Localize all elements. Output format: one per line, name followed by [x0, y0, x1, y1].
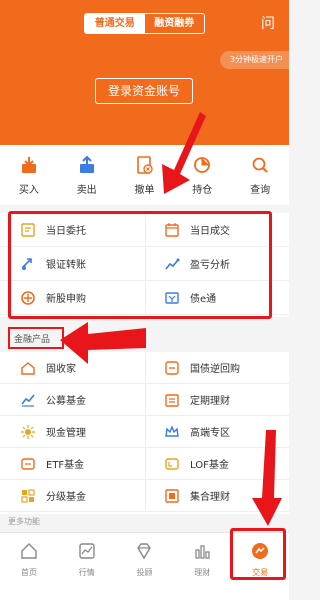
cash-management-button[interactable]: 现金管理 [0, 416, 145, 447]
tab-advisor-label: 投顾 [136, 568, 153, 577]
fixed-term-label: 定期理财 [190, 396, 230, 407]
collective-icon [165, 488, 179, 503]
annotation-arrow-down-right [252, 430, 282, 526]
premium-zone-label: 高端专区 [190, 428, 230, 439]
public-fund-button[interactable]: 公募基金 [0, 384, 145, 415]
collective-finance-label: 集合理财 [190, 492, 230, 503]
public-fund-label: 公募基金 [46, 396, 86, 407]
etf-icon [21, 457, 35, 470]
annotation-arrow-down [162, 112, 206, 194]
tab-finance-label: 理财 [194, 568, 211, 577]
market-icon [78, 543, 95, 559]
tab-home-label: 首页 [20, 568, 37, 577]
lof-icon [165, 457, 179, 470]
login-account-button[interactable]: 登录资金账号 [95, 78, 193, 104]
search-icon [252, 157, 268, 173]
query-button[interactable]: 查询 [231, 145, 289, 205]
annotation-arrow-left [60, 322, 146, 364]
etf-fund-button[interactable]: ETF基金 [0, 448, 145, 479]
buy-button[interactable]: 买入 [0, 145, 58, 205]
tab-market-label: 行情 [78, 568, 95, 577]
quick-action-bar: 买入 卖出 撤单 持仓 查询 [0, 145, 289, 205]
sell-icon [79, 155, 94, 173]
etf-fund-label: ETF基金 [46, 460, 85, 471]
tab-market[interactable]: 行情 [58, 533, 116, 600]
cash-icon [21, 424, 35, 439]
repo-button[interactable]: 国债逆回购 [145, 352, 289, 383]
sell-button[interactable]: 卖出 [58, 145, 116, 205]
more-functions-title: 更多功能 [8, 517, 40, 526]
tab-normal-trade[interactable]: 普通交易 [85, 14, 145, 33]
advisor-icon [137, 543, 152, 560]
fixed-income-icon [21, 361, 35, 375]
fixed-term-button[interactable]: 定期理财 [145, 384, 289, 415]
query-label: 查询 [250, 185, 271, 196]
sell-label: 卖出 [76, 185, 97, 196]
repo-label: 国债逆回购 [190, 364, 240, 375]
annotation-highlight-box-section [8, 327, 64, 349]
repo-icon [165, 360, 179, 375]
tab-finance[interactable]: 理财 [173, 533, 231, 600]
annotation-highlight-box-tab [230, 528, 286, 580]
buy-label: 买入 [18, 185, 39, 196]
trade-mode-switch: 普通交易 融资融券 [84, 13, 205, 34]
tab-home[interactable]: 首页 [0, 533, 58, 600]
grid-row: 公募基金 定期理财 [0, 384, 289, 416]
home-icon [21, 543, 37, 559]
graded-fund-label: 分级基金 [46, 492, 86, 503]
fund-icon [21, 393, 35, 407]
premium-icon [165, 424, 179, 437]
tab-margin-trade[interactable]: 融资融券 [145, 14, 205, 33]
graded-fund-button[interactable]: 分级基金 [0, 480, 145, 511]
graded-fund-icon [21, 488, 35, 503]
quick-open-account-button[interactable]: 3分钟极速开户 [219, 51, 289, 69]
annotation-highlight-box [8, 211, 272, 319]
cash-management-label: 现金管理 [46, 428, 86, 439]
buy-icon [21, 157, 36, 173]
fixed-term-icon [165, 393, 179, 407]
header: 普通交易 融资融券 问 3分钟极速开户 登录资金账号 [0, 0, 289, 145]
finance-icon [195, 545, 210, 559]
lof-fund-label: LOF基金 [190, 460, 229, 471]
help-icon[interactable]: 问 [259, 14, 277, 34]
tab-advisor[interactable]: 投顾 [116, 533, 174, 600]
